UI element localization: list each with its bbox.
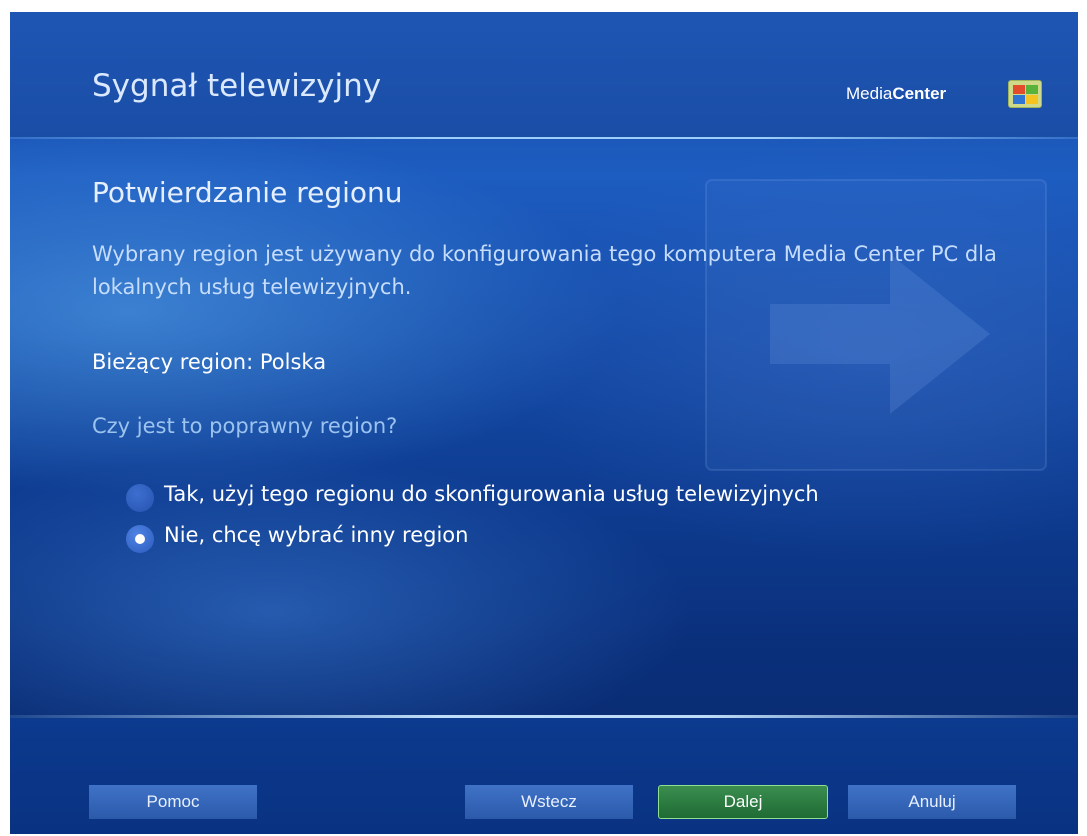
windows-logo-icon	[1008, 80, 1042, 108]
option-no-label[interactable]: Nie, chcę wybrać inny region	[164, 523, 468, 547]
cancel-button[interactable]: Anuluj	[848, 785, 1016, 819]
radio-dot-icon	[135, 534, 145, 544]
help-button[interactable]: Pomoc	[89, 785, 257, 819]
media-center-brand: MediaCenter	[846, 84, 946, 104]
media-center-window: Sygnał telewizyjny MediaCenter Potwierdz…	[10, 12, 1078, 834]
next-button[interactable]: Dalej	[658, 785, 828, 819]
brand-bold-text: Center	[892, 84, 947, 103]
header-divider	[10, 137, 1078, 139]
option-yes-label[interactable]: Tak, użyj tego regionu do skonfigurowani…	[164, 482, 819, 506]
page-title: Sygnał telewizyjny	[92, 68, 382, 104]
back-button[interactable]: Wstecz	[465, 785, 633, 819]
radio-button-selected[interactable]	[126, 525, 154, 553]
brand-light-text: Media	[846, 84, 893, 103]
description-text: Wybrany region jest używany do konfiguro…	[92, 242, 997, 299]
header-bar: Sygnał telewizyjny MediaCenter	[10, 12, 1078, 137]
arrow-right-icon	[705, 179, 1047, 471]
radio-button-unselected[interactable]	[126, 484, 154, 512]
section-title: Potwierdzanie regionu	[92, 176, 403, 209]
current-region-text: Bieżący region: Polska	[92, 350, 327, 374]
region-question: Czy jest to poprawny region?	[92, 414, 398, 438]
